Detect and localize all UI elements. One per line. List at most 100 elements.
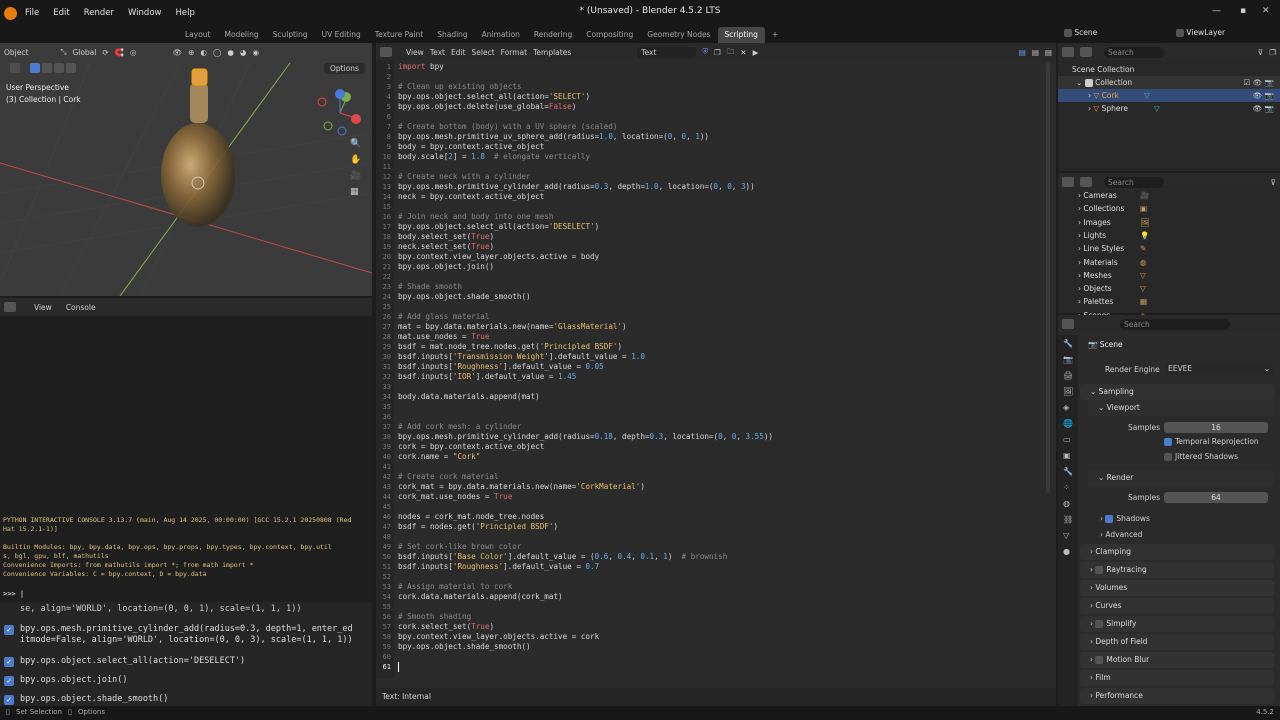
code-line[interactable]: bpy.ops.object.select_all(action='SELECT…: [398, 92, 1048, 102]
code-line[interactable]: bsdf.inputs['Base Color'].default_value …: [398, 552, 1048, 562]
word-wrap-icon[interactable]: ▤: [1032, 48, 1039, 57]
datablock-item[interactable]: › Line Styles ✎: [1058, 242, 1280, 255]
tab-rendering[interactable]: Rendering: [527, 27, 579, 43]
tab-sculpting[interactable]: Sculpting: [266, 27, 315, 43]
code-line[interactable]: cork_mat.use_nodes = True: [398, 492, 1048, 502]
code-line[interactable]: bpy.ops.mesh.primitive_cylinder_add(radi…: [398, 182, 1048, 192]
editor-type-icon[interactable]: [1062, 177, 1074, 187]
collection-tab-icon[interactable]: ▭: [1063, 435, 1073, 444]
blender-logo-icon[interactable]: [4, 7, 17, 20]
syntax-highlight-icon[interactable]: ▤: [1045, 48, 1052, 57]
code-line[interactable]: # Create cork material: [398, 472, 1048, 482]
material-tab-icon[interactable]: ●: [1063, 547, 1073, 556]
code-line[interactable]: cork.name = "Cork": [398, 452, 1048, 462]
new-text-icon[interactable]: ❐: [714, 48, 721, 57]
section-curves[interactable]: › Curves: [1080, 598, 1274, 614]
constraints-tab-icon[interactable]: ⛓: [1063, 515, 1073, 524]
options-dropdown[interactable]: Options: [324, 63, 365, 74]
pan-hand-icon[interactable]: ✋: [350, 155, 361, 165]
code-line[interactable]: body = bpy.context.active_object: [398, 142, 1048, 152]
orientation-dropdown[interactable]: Global: [72, 48, 96, 57]
view-layer-tab-icon[interactable]: 🖼: [1063, 387, 1073, 396]
code-line[interactable]: bsdf.inputs['Roughness'].default_value =…: [398, 562, 1048, 572]
display-mode-icon[interactable]: [1080, 47, 1092, 57]
code-line[interactable]: [398, 502, 1048, 512]
properties-editor[interactable]: Search 🔧 📷 🖨 🖼 ◈ 🌐 ▭ ▣ 🔧 ⁘ ◍ ⛓ ▽ ● 📷 Sce…: [1058, 315, 1280, 706]
select-extend-icon[interactable]: [42, 63, 52, 73]
datablock-item[interactable]: › Images 🖼: [1058, 216, 1280, 229]
code-line[interactable]: bpy.ops.object.delete(use_global=False): [398, 102, 1048, 112]
minimize-icon[interactable]: —: [1212, 6, 1221, 16]
console-prompt[interactable]: >>> |: [3, 590, 24, 598]
tab-layout[interactable]: Layout: [178, 27, 218, 43]
outliner-item-sphere[interactable]: › ▽ Sphere ▽ 👁 📷: [1058, 102, 1280, 115]
render-tab-icon[interactable]: 📷: [1063, 355, 1073, 364]
visibility-icon[interactable]: 👁: [173, 48, 183, 57]
menu-window[interactable]: Window: [121, 0, 169, 27]
text-datablock[interactable]: Text: [637, 46, 697, 58]
tab-shading[interactable]: Shading: [430, 27, 474, 43]
menu-edit[interactable]: Edit: [46, 0, 76, 27]
unlink-text-icon[interactable]: ✕: [740, 48, 746, 57]
code-line[interactable]: bsdf.inputs['IOR'].default_value = 1.45: [398, 372, 1048, 382]
world-tab-icon[interactable]: 🌐: [1063, 419, 1073, 428]
code-line[interactable]: body.data.materials.append(mat): [398, 392, 1048, 402]
select-subtract-icon[interactable]: [54, 63, 64, 73]
code-line[interactable]: # Add glass material: [398, 312, 1048, 322]
code-line[interactable]: [398, 662, 1048, 672]
code-line[interactable]: [398, 402, 1048, 412]
datablock-item[interactable]: › Collections ▣: [1058, 202, 1280, 215]
section-raytracing[interactable]: › Raytracing: [1080, 562, 1274, 578]
line-numbers-icon[interactable]: ▤: [1019, 48, 1026, 57]
menu-file[interactable]: File: [18, 0, 46, 27]
code-line[interactable]: # Set cork-like brown color: [398, 542, 1048, 552]
log-entry[interactable]: ✓ bpy.ops.object.select_all(action='DESEL…: [4, 656, 366, 667]
code-line[interactable]: cork = bpy.context.active_object: [398, 442, 1048, 452]
code-line[interactable]: bpy.ops.mesh.primitive_cylinder_add(radi…: [398, 432, 1048, 442]
code-line[interactable]: [398, 602, 1048, 612]
checkbox-unchecked-icon[interactable]: [1095, 620, 1104, 628]
console-menu-view[interactable]: View: [34, 303, 52, 312]
datablock-item[interactable]: › Objects ▽: [1058, 282, 1280, 295]
tab-modeling[interactable]: Modeling: [218, 27, 266, 43]
scene-tab-icon[interactable]: ◈: [1063, 403, 1073, 412]
section-film[interactable]: › Film: [1080, 670, 1274, 686]
new-collection-icon[interactable]: ❐: [1269, 48, 1276, 57]
code-line[interactable]: cork.select_set(True): [398, 622, 1048, 632]
particles-tab-icon[interactable]: ⁘: [1063, 483, 1073, 492]
code-line[interactable]: # Join neck and body into one mesh: [398, 212, 1048, 222]
close-icon[interactable]: ✕: [1262, 6, 1270, 16]
code-line[interactable]: bpy.context.view_layer.objects.active = …: [398, 252, 1048, 262]
code-line[interactable]: [398, 572, 1048, 582]
blend-file-browser[interactable]: Search ⊽ › Cameras 🎥 › Collections ▣ › Image…: [1058, 173, 1280, 320]
datablock-item[interactable]: › Palettes ▦: [1058, 295, 1280, 308]
tab-compositing[interactable]: Compositing: [579, 27, 640, 43]
section-motion-blur[interactable]: › Motion Blur: [1080, 652, 1274, 668]
code-line[interactable]: # Create neck with a cylinder: [398, 172, 1048, 182]
open-text-icon[interactable]: 🗀: [727, 46, 735, 59]
filter-icon[interactable]: ⊽: [1271, 178, 1277, 187]
proportional-icon[interactable]: ◎: [130, 48, 137, 57]
log-entry[interactable]: ✓ bpy.ops.object.shade_smooth(): [4, 694, 366, 705]
jittered-shadows-checkbox[interactable]: Jittered Shadows: [1164, 452, 1238, 461]
section-performance[interactable]: › Performance: [1080, 688, 1274, 704]
code-line[interactable]: neck = bpy.context.active_object: [398, 192, 1048, 202]
text-menu-templates[interactable]: Templates: [533, 48, 571, 57]
outliner-item-cork[interactable]: › ▽ Cork ▽ 👁 📷: [1058, 89, 1280, 102]
code-line[interactable]: mat.use_nodes = True: [398, 332, 1048, 342]
code-line[interactable]: body.scale[2] = 1.8 # elongate verticall…: [398, 152, 1048, 162]
3d-viewport[interactable]: Object ⤡ Global ⟳ 🧲 ◎ 👁 ⊕ ◐ ◯ ● ◕ ◉ Opti…: [0, 43, 372, 296]
log-entry[interactable]: ✓ bpy.ops.object.join(): [4, 675, 366, 686]
scene-collection-row[interactable]: Scene Collection: [1058, 63, 1280, 76]
code-line[interactable]: bpy.ops.object.shade_smooth(): [398, 292, 1048, 302]
render-samples-field[interactable]: 64: [1164, 492, 1268, 503]
code-line[interactable]: [398, 382, 1048, 392]
datablock-item[interactable]: › Materials ◍: [1058, 256, 1280, 269]
tab-scripting[interactable]: Scripting: [717, 27, 765, 43]
tab-animation[interactable]: Animation: [475, 27, 527, 43]
camera-icon[interactable]: 🎥: [350, 171, 361, 181]
solid-shading-icon[interactable]: ●: [227, 48, 234, 57]
code-line[interactable]: bsdf = mat.node_tree.nodes.get('Principl…: [398, 342, 1048, 352]
text-scrollbar[interactable]: [1046, 63, 1050, 493]
code-line[interactable]: # Assign material to cork: [398, 582, 1048, 592]
